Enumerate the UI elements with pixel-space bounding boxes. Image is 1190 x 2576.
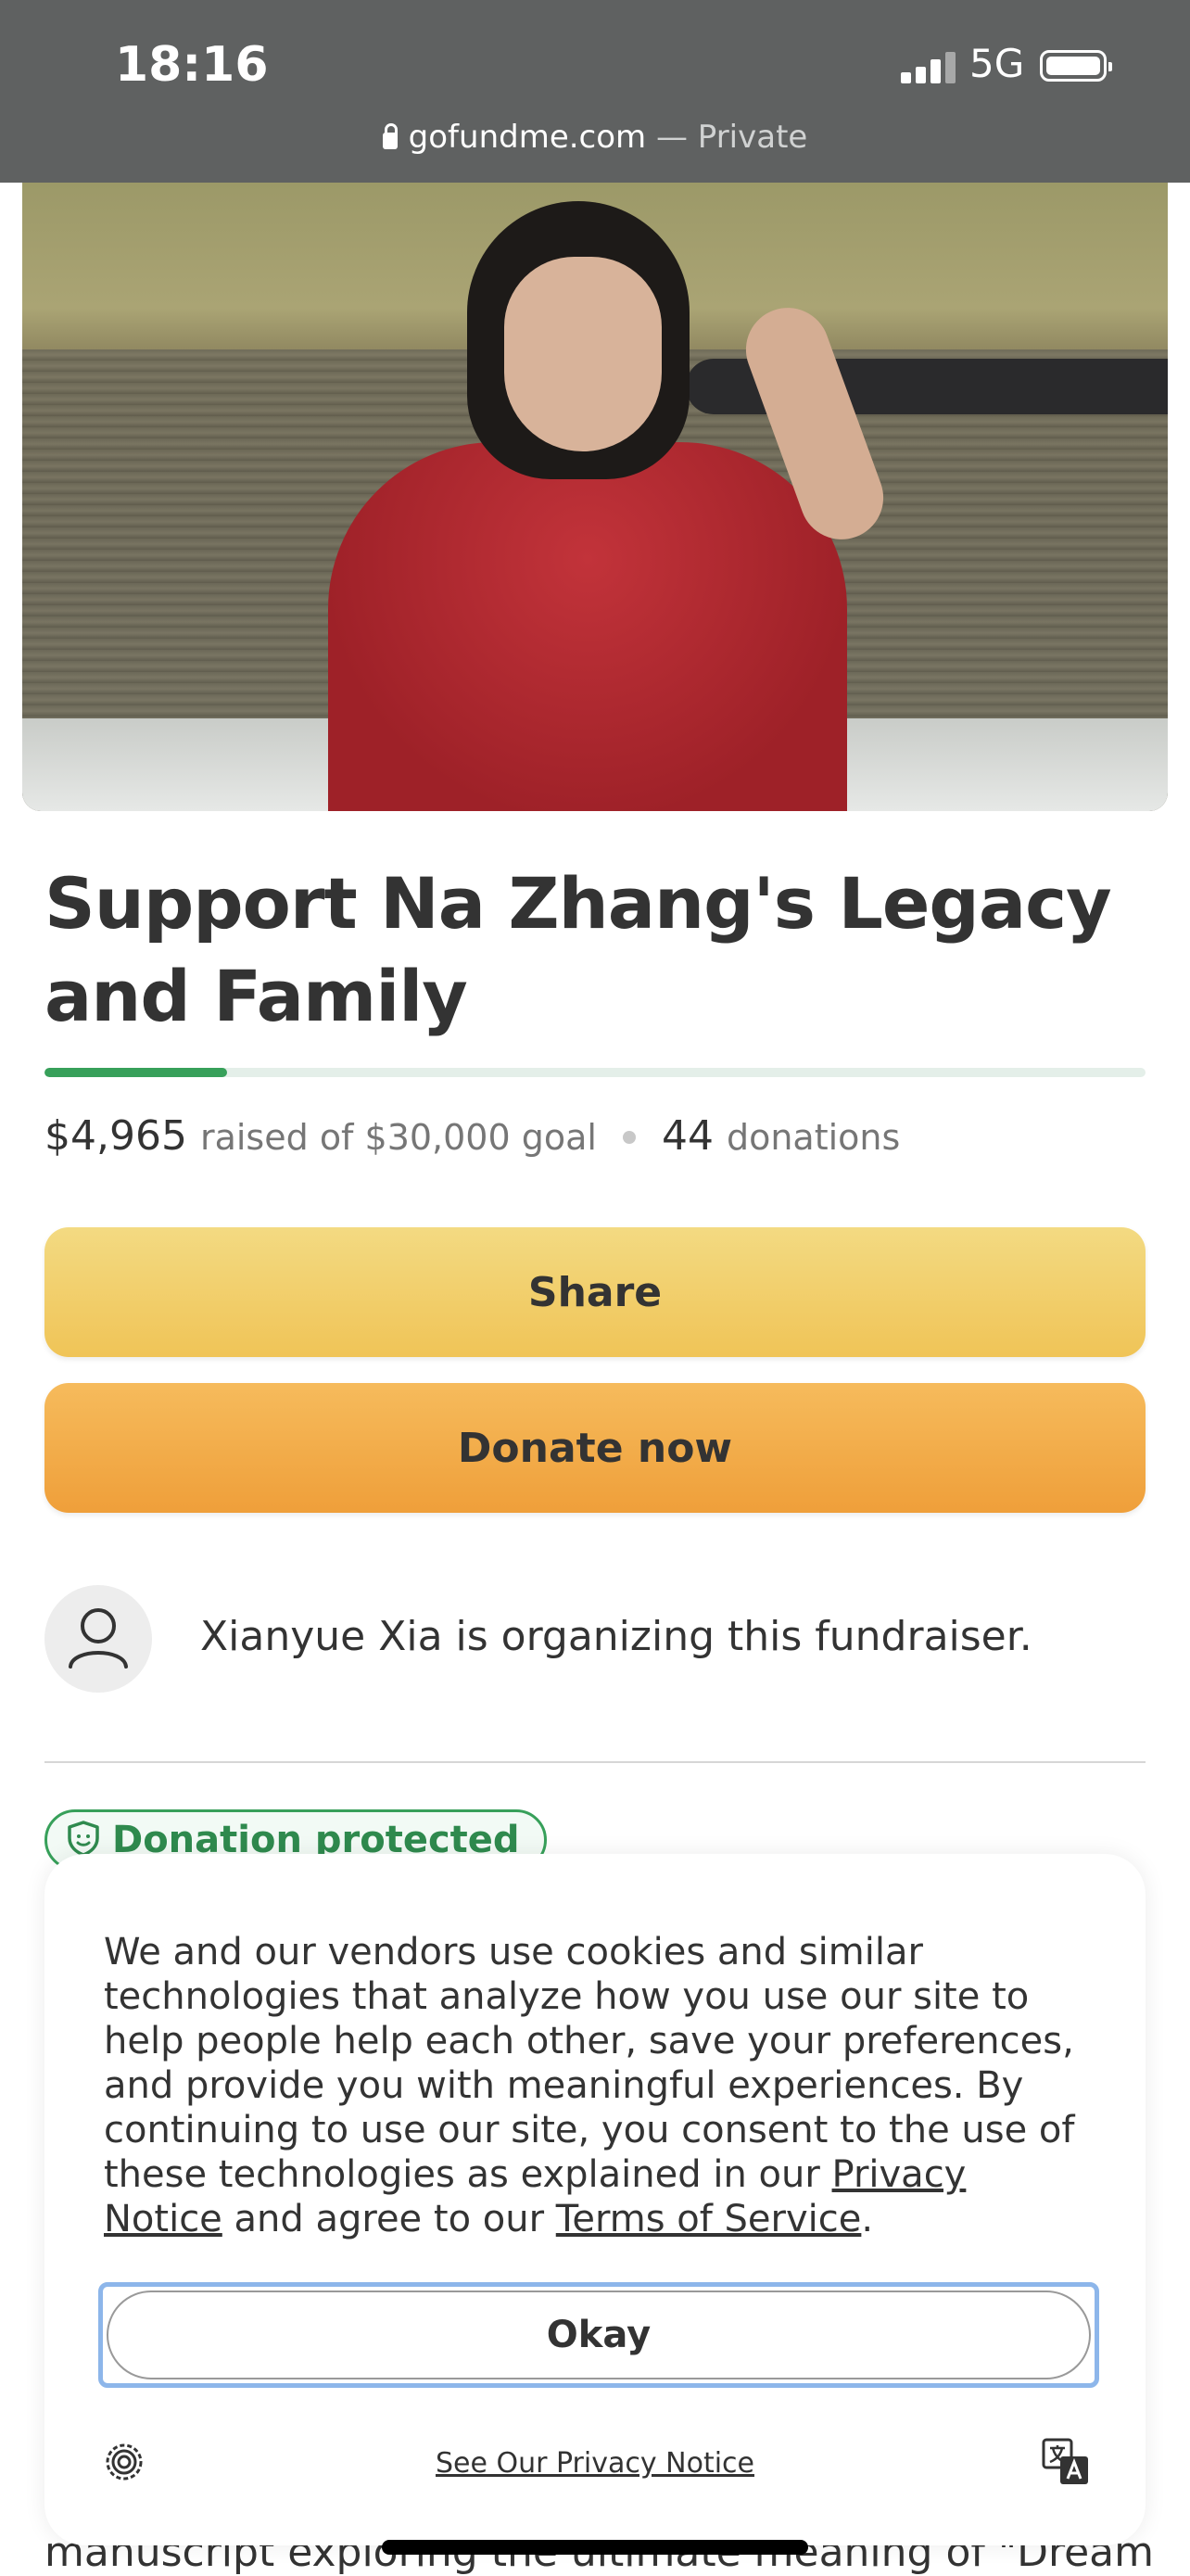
- lock-icon: [382, 123, 398, 149]
- shield-icon: [68, 1821, 99, 1857]
- see-privacy-notice-link[interactable]: See Our Privacy Notice: [44, 2447, 1146, 2480]
- donate-now-button[interactable]: Donate now: [44, 1383, 1146, 1513]
- url-domain: gofundme.com: [408, 119, 647, 156]
- url-private: — Private: [646, 119, 808, 156]
- battery-icon: [1040, 50, 1112, 82]
- network-type: 5G: [969, 41, 1025, 86]
- campaign-photo: [22, 183, 1168, 811]
- organizer-avatar: [44, 1585, 152, 1693]
- section-divider: [44, 1761, 1146, 1763]
- signal-icon: [901, 50, 956, 83]
- translate-icon[interactable]: [1040, 2436, 1092, 2488]
- donations-label: donations: [726, 1117, 901, 1158]
- fundraising-stats: $4,965 raised of $30,000 goal 44 donatio…: [44, 1112, 900, 1160]
- okay-focus-ring: Okay: [98, 2282, 1099, 2388]
- user-icon: [69, 1608, 128, 1669]
- address-bar[interactable]: gofundme.com — Private: [0, 119, 1190, 156]
- progress-fill: [44, 1068, 227, 1077]
- share-button[interactable]: Share: [44, 1227, 1146, 1357]
- progress-bar: [44, 1068, 1146, 1077]
- organizer-text: Xianyue Xia is organizing this fundraise…: [200, 1613, 1032, 1660]
- cookie-text: We and our vendors use cookies and simil…: [104, 1930, 1095, 2241]
- amount-raised: $4,965: [44, 1112, 187, 1160]
- cookie-consent-banner: We and our vendors use cookies and simil…: [44, 1854, 1146, 2545]
- okay-button[interactable]: Okay: [107, 2290, 1091, 2379]
- home-indicator: [382, 2540, 808, 2555]
- donation-count: 44: [661, 1112, 714, 1160]
- separator-dot: [622, 1131, 636, 1144]
- status-time: 18:16: [115, 37, 269, 93]
- cookie-text-part: .: [861, 2198, 874, 2240]
- campaign-title: Support Na Zhang's Legacy and Family: [44, 862, 1112, 1037]
- status-bar: 18:16 5G gofundme.com — Private: [0, 0, 1190, 183]
- goal-text: raised of $30,000 goal: [199, 1117, 597, 1158]
- terms-of-service-link[interactable]: Terms of Service: [556, 2198, 862, 2240]
- cookie-text-part: and agree to our: [222, 2198, 556, 2240]
